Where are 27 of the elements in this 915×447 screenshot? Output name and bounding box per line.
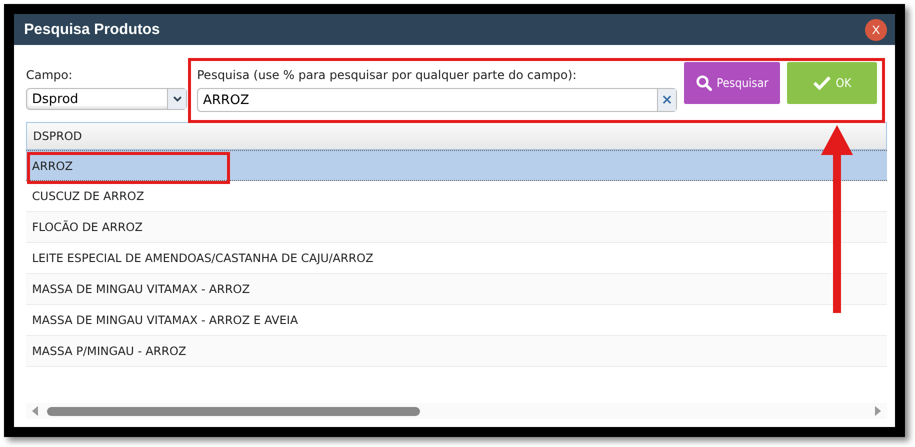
caret-icon <box>167 89 186 109</box>
table-cell: MASSA DE MINGAU VITAMAX - ARROZ E AVEIA <box>32 313 298 327</box>
search-field[interactable]: ARROZ × <box>197 88 677 112</box>
search-icon <box>696 75 712 91</box>
scroll-right-icon[interactable] <box>874 406 881 416</box>
scroll-left-icon[interactable] <box>32 406 39 416</box>
scrollbar-thumb[interactable] <box>47 406 420 416</box>
close-button[interactable]: X <box>865 18 887 40</box>
table-row[interactable]: MASSA P/MINGAU - ARROZ <box>26 336 887 367</box>
table-cell: ARROZ <box>32 158 73 172</box>
check-icon <box>812 76 831 90</box>
field-dropdown[interactable]: Dsprod <box>26 88 187 110</box>
table-cell: LEITE ESPECIAL DE AMENDOAS/CASTANHA DE CAJU/ARROZ <box>32 251 374 265</box>
search-label: Pesquisa (use % para pesquisar por qualquer parte do campo): <box>197 68 578 82</box>
horizontal-scrollbar[interactable] <box>26 403 887 419</box>
table-row[interactable]: FLOCÃO DE ARROZ <box>26 212 887 243</box>
search-button[interactable]: Pesquisar <box>684 62 780 104</box>
table-cell: MASSA DE MINGAU VITAMAX - ARROZ <box>32 282 250 296</box>
window-title: Pesquisa Produtos <box>24 21 160 38</box>
clear-button[interactable]: × <box>657 89 676 111</box>
table-cell: CUSCUZ DE ARROZ <box>32 189 144 203</box>
table-cell: MASSA P/MINGAU - ARROZ <box>32 344 186 358</box>
field-label: Campo: <box>26 68 74 82</box>
table-row[interactable]: MASSA DE MINGAU VITAMAX - ARROZ <box>26 274 887 305</box>
table-row[interactable]: ARROZ <box>26 150 887 181</box>
table-cell: FLOCÃO DE ARROZ <box>32 220 143 234</box>
column-header[interactable]: DSPROD <box>33 129 82 143</box>
